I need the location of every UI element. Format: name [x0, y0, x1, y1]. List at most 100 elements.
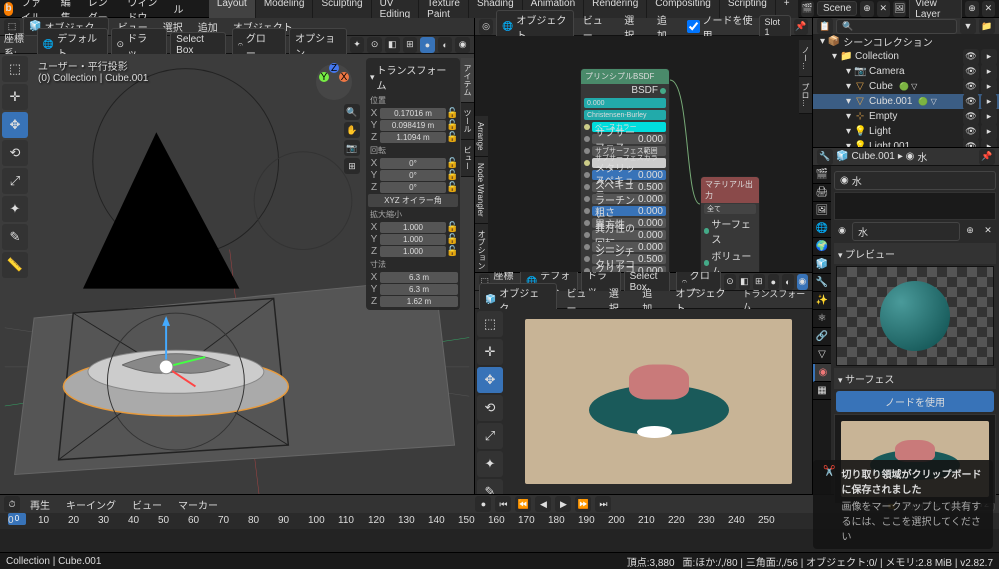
- disable-icon[interactable]: ▸: [981, 139, 997, 148]
- surface-section[interactable]: ▾ サーフェス: [834, 368, 996, 389]
- gizmo-toggle-icon[interactable]: ✦: [350, 37, 365, 53]
- filter-icon[interactable]: ▼: [960, 18, 976, 34]
- ptab-constraints[interactable]: 🔗: [813, 328, 831, 346]
- persp-icon[interactable]: ⊞: [344, 158, 360, 174]
- eye-icon[interactable]: 👁: [963, 79, 979, 95]
- rendered-viewport[interactable]: ⬚ ✛ ✥ ⟲ ⤢ ✦ ✎ 📏: [475, 309, 812, 494]
- shading-wire-icon[interactable]: ⊞: [403, 37, 418, 53]
- tool-cursor[interactable]: ✛: [2, 84, 28, 110]
- viewlayer-icon[interactable]: 🖼: [893, 1, 906, 17]
- disable-icon[interactable]: ▸: [981, 49, 997, 65]
- tool-transform[interactable]: ✦: [477, 451, 503, 477]
- eye-icon[interactable]: 👁: [963, 124, 979, 140]
- node-tab-wrangler[interactable]: Node Wrangler: [475, 157, 488, 224]
- outliner-scene-collection[interactable]: ▾ 📦 シーンコレクション: [813, 34, 999, 49]
- editor-type-icon[interactable]: 🔧: [817, 149, 833, 165]
- node-tab-options[interactable]: オプション: [475, 224, 488, 272]
- loc-z-input[interactable]: 1.1094 m: [380, 132, 446, 143]
- play-icon[interactable]: ▶: [555, 496, 571, 512]
- autokey-icon[interactable]: ●: [475, 496, 491, 512]
- ptab-output[interactable]: 🖨: [813, 184, 831, 202]
- ptab-particles[interactable]: ✨: [813, 292, 831, 310]
- mat-del-icon[interactable]: ✕: [980, 222, 996, 238]
- tool-rotate[interactable]: ⟲: [477, 395, 503, 421]
- pan-icon[interactable]: ✋: [344, 122, 360, 138]
- usenode-checkbox[interactable]: [687, 20, 700, 33]
- loc-x-input[interactable]: 0.17016 m: [380, 108, 446, 119]
- outliner-row[interactable]: ▾ 📷Camera👁▸: [813, 64, 999, 79]
- lock-icon[interactable]: 🔓: [446, 108, 458, 119]
- outliner-row[interactable]: ▾ 💡Light.001👁▸: [813, 139, 999, 147]
- node-ntab-pro[interactable]: プロ…: [799, 77, 812, 114]
- ptab-modifiers[interactable]: 🔧: [813, 274, 831, 292]
- material-slot[interactable]: 水: [852, 173, 990, 188]
- node-material-output[interactable]: マテリアル出力 全て サーフェス ボリューム ディスプレイスメント: [700, 176, 760, 272]
- tool-transform[interactable]: ✦: [2, 196, 28, 222]
- scale-z-input[interactable]: 1.000: [380, 246, 446, 257]
- transform-panel-header[interactable]: ▾ トランスフォーム: [368, 60, 458, 94]
- ptab-physics[interactable]: ⚛: [813, 310, 831, 328]
- lock-icon[interactable]: 🔓: [446, 120, 458, 131]
- tl-view-menu[interactable]: ビュー: [126, 495, 168, 514]
- view3d-viewport[interactable]: ⬚ ✛ ✥ ⟲ ⤢ ✦ ✎ 📏 ユーザー・平行投影 (0) Collection…: [0, 54, 474, 494]
- ptab-data[interactable]: ▽: [813, 346, 831, 364]
- shading-solid-icon[interactable]: ●: [420, 37, 435, 53]
- mat-users[interactable]: ⊕: [962, 222, 978, 238]
- outliner-row[interactable]: ▾ 💡Light👁▸: [813, 124, 999, 139]
- eye-icon[interactable]: 👁: [963, 109, 979, 125]
- system-notification[interactable]: ✂️ 切り取り領域がクリップボードに保存されました 画像をマークアップして共有す…: [813, 460, 993, 549]
- eye-icon[interactable]: 👁: [963, 49, 979, 65]
- disable-icon[interactable]: ▸: [981, 109, 997, 125]
- tool-move[interactable]: ✥: [2, 112, 28, 138]
- pin-icon[interactable]: 📌: [979, 149, 995, 165]
- outliner-row[interactable]: ▾ ▽Cube.001🟢 ▽👁▸: [813, 94, 999, 109]
- node-tab-arrange[interactable]: Arrange: [475, 116, 488, 157]
- outliner-row[interactable]: ▾ ▽Cube🟢 ▽👁▸: [813, 79, 999, 94]
- shading-rendered-icon[interactable]: ◉: [455, 37, 470, 53]
- ntab-view[interactable]: ビュー: [461, 140, 474, 177]
- editor-type-icon[interactable]: ⏱: [4, 496, 20, 512]
- ntab-tool[interactable]: ツール: [461, 103, 474, 140]
- node-principled-bsdf[interactable]: プリンシプルBSDF BSDF 0.000 Christensen-Burley…: [580, 68, 670, 272]
- camera-view-icon[interactable]: 📷: [344, 140, 360, 156]
- outliner-body[interactable]: ▾ 📦 シーンコレクション▾ 📁Collection👁▸▾ 📷Camera👁▸▾…: [813, 34, 999, 147]
- tool-scale[interactable]: ⤢: [2, 168, 28, 194]
- scene-del-icon[interactable]: ✕: [877, 1, 890, 17]
- disable-icon[interactable]: ▸: [981, 94, 997, 110]
- tool-annotate[interactable]: ✎: [477, 479, 503, 494]
- material-name-field[interactable]: 水: [852, 222, 960, 241]
- editor-type-icon[interactable]: 📋: [817, 18, 833, 34]
- preview-section[interactable]: ▾ プレビュー: [834, 243, 996, 264]
- tool-rotate[interactable]: ⟲: [2, 140, 28, 166]
- disable-icon[interactable]: ▸: [981, 124, 997, 140]
- ntab-item[interactable]: アイテム: [461, 58, 474, 103]
- viewlayer-del-icon[interactable]: ✕: [982, 1, 995, 17]
- disable-icon[interactable]: ▸: [981, 79, 997, 95]
- ptab-render[interactable]: 🎬: [813, 166, 831, 184]
- pin-icon[interactable]: 📌: [794, 19, 808, 35]
- play-rev-icon[interactable]: ◀: [535, 496, 551, 512]
- shading-preview-icon[interactable]: ◐: [438, 37, 453, 53]
- rot-x-input[interactable]: 0°: [380, 158, 446, 169]
- tool-cursor[interactable]: ✛: [477, 339, 503, 365]
- tool-measure[interactable]: 📏: [2, 252, 28, 278]
- editor-type-icon[interactable]: ◎: [479, 19, 493, 35]
- loc-y-input[interactable]: 0.098419 m: [380, 120, 446, 131]
- tool-scale[interactable]: ⤢: [477, 423, 503, 449]
- prev-key-icon[interactable]: ⏪: [515, 496, 531, 512]
- zoom-icon[interactable]: 🔍: [344, 104, 360, 120]
- scene-dropdown[interactable]: Scene: [817, 1, 857, 16]
- nav-gizmo[interactable]: X Y Z: [314, 62, 354, 102]
- node-editor-body[interactable]: 水 プリンシプルBSDF BSDF 0.000 Christensen-Burl…: [475, 36, 812, 272]
- tool-move[interactable]: ✥: [477, 367, 503, 393]
- tool-select[interactable]: ⬚: [477, 311, 503, 337]
- overlay-toggle-icon[interactable]: ⊙: [367, 37, 382, 53]
- outliner-row[interactable]: ▾ 📁Collection👁▸: [813, 49, 999, 64]
- outliner-row[interactable]: ▾ ⊹Empty👁▸: [813, 109, 999, 124]
- jump-start-icon[interactable]: ⏮: [495, 496, 511, 512]
- ptab-texture[interactable]: ▦: [813, 382, 831, 400]
- scale-x-input[interactable]: 1.000: [380, 222, 446, 233]
- playback-menu[interactable]: 再生: [24, 495, 56, 514]
- ptab-object[interactable]: 🧊: [813, 256, 831, 274]
- ptab-world[interactable]: 🌍: [813, 238, 831, 256]
